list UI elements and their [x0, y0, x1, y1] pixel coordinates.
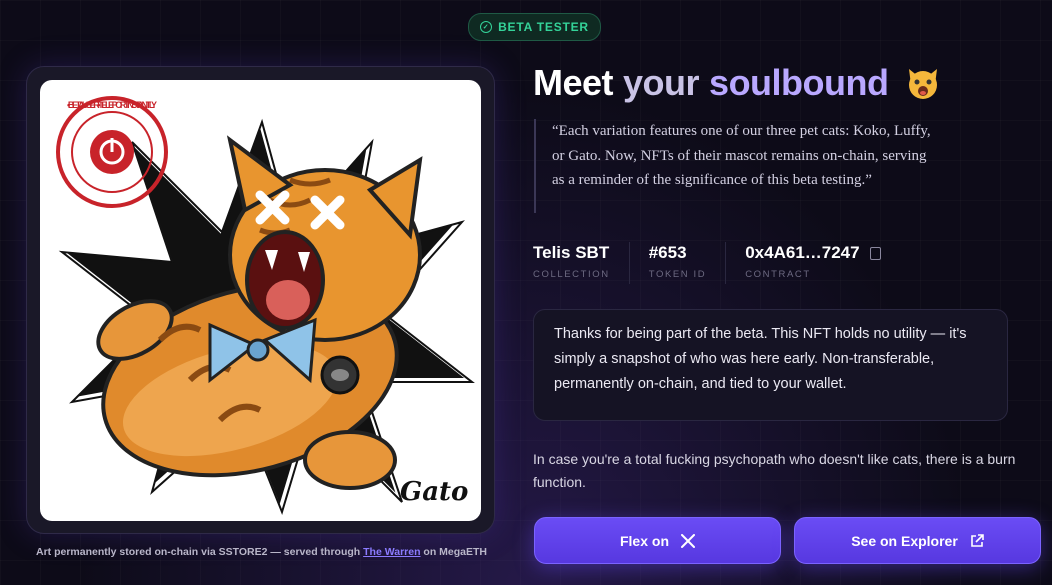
token-id-value: #653: [648, 243, 687, 262]
the-warren-link[interactable]: The Warren: [363, 546, 420, 558]
stat-contract: 0x4A61…7247 CONTRACT: [745, 242, 899, 284]
contract-row: 0x4A61…7247: [745, 242, 881, 264]
flex-on-x-button[interactable]: Flex on: [534, 517, 781, 564]
beta-user-stamp: • BETA USER • TELEPORT INSTANTLY: [56, 96, 168, 208]
nft-artwork: • BETA USER • TELEPORT INSTANTLY Gato: [40, 80, 481, 521]
title-word-soulbound: soulbound: [709, 62, 889, 103]
flex-label: Flex on: [619, 532, 669, 549]
cat-quote: “Each variation features one of our thre…: [534, 119, 942, 213]
page-title: Meet your soulbound: [533, 62, 941, 104]
badge-label: BETA TESTER: [498, 20, 589, 34]
caption-suffix: on MegaETH: [420, 546, 488, 558]
cat-face-emoji: [908, 69, 937, 99]
token-stats: Telis SBT COLLECTION #653 TOKEN ID 0x4A6…: [533, 242, 919, 284]
stat-collection: Telis SBT COLLECTION: [533, 242, 630, 284]
copy-icon[interactable]: [869, 246, 881, 260]
x-logo-icon: [681, 533, 695, 548]
cat-illustration: • BETA USER • TELEPORT INSTANTLY Gato: [53, 96, 476, 517]
artist-signature: Gato: [400, 477, 468, 507]
contract-label: CONTRACT: [745, 269, 811, 280]
token-id-label: TOKEN ID: [648, 269, 707, 280]
beta-note-card: Thanks for being part of the beta. This …: [533, 309, 1008, 421]
explorer-label: See on Explorer: [851, 532, 958, 549]
title-word-meet: Meet: [533, 62, 614, 103]
contract-value: 0x4A61…7247: [745, 243, 860, 262]
storage-caption: Art permanently stored on-chain via SSTO…: [36, 546, 487, 558]
stamp-text: • BETA USER • TELEPORT INSTANTLY: [67, 100, 157, 110]
stat-token-id: #653 TOKEN ID: [649, 242, 727, 284]
collection-value: Telis SBT: [533, 243, 610, 262]
caption-prefix: Art permanently stored on-chain via SSTO…: [36, 546, 364, 558]
title-word-your: your: [623, 62, 700, 103]
check-circle-icon: ✓: [480, 21, 493, 33]
external-link-icon: [970, 533, 984, 547]
burn-notice: In case you're a total fucking psychopat…: [533, 451, 1016, 490]
collection-label: COLLECTION: [533, 269, 610, 280]
see-on-explorer-button[interactable]: See on Explorer: [794, 517, 1041, 564]
nft-artwork-frame: • BETA USER • TELEPORT INSTANTLY Gato: [26, 66, 495, 534]
beta-tester-badge: ✓ BETA TESTER: [468, 13, 601, 41]
